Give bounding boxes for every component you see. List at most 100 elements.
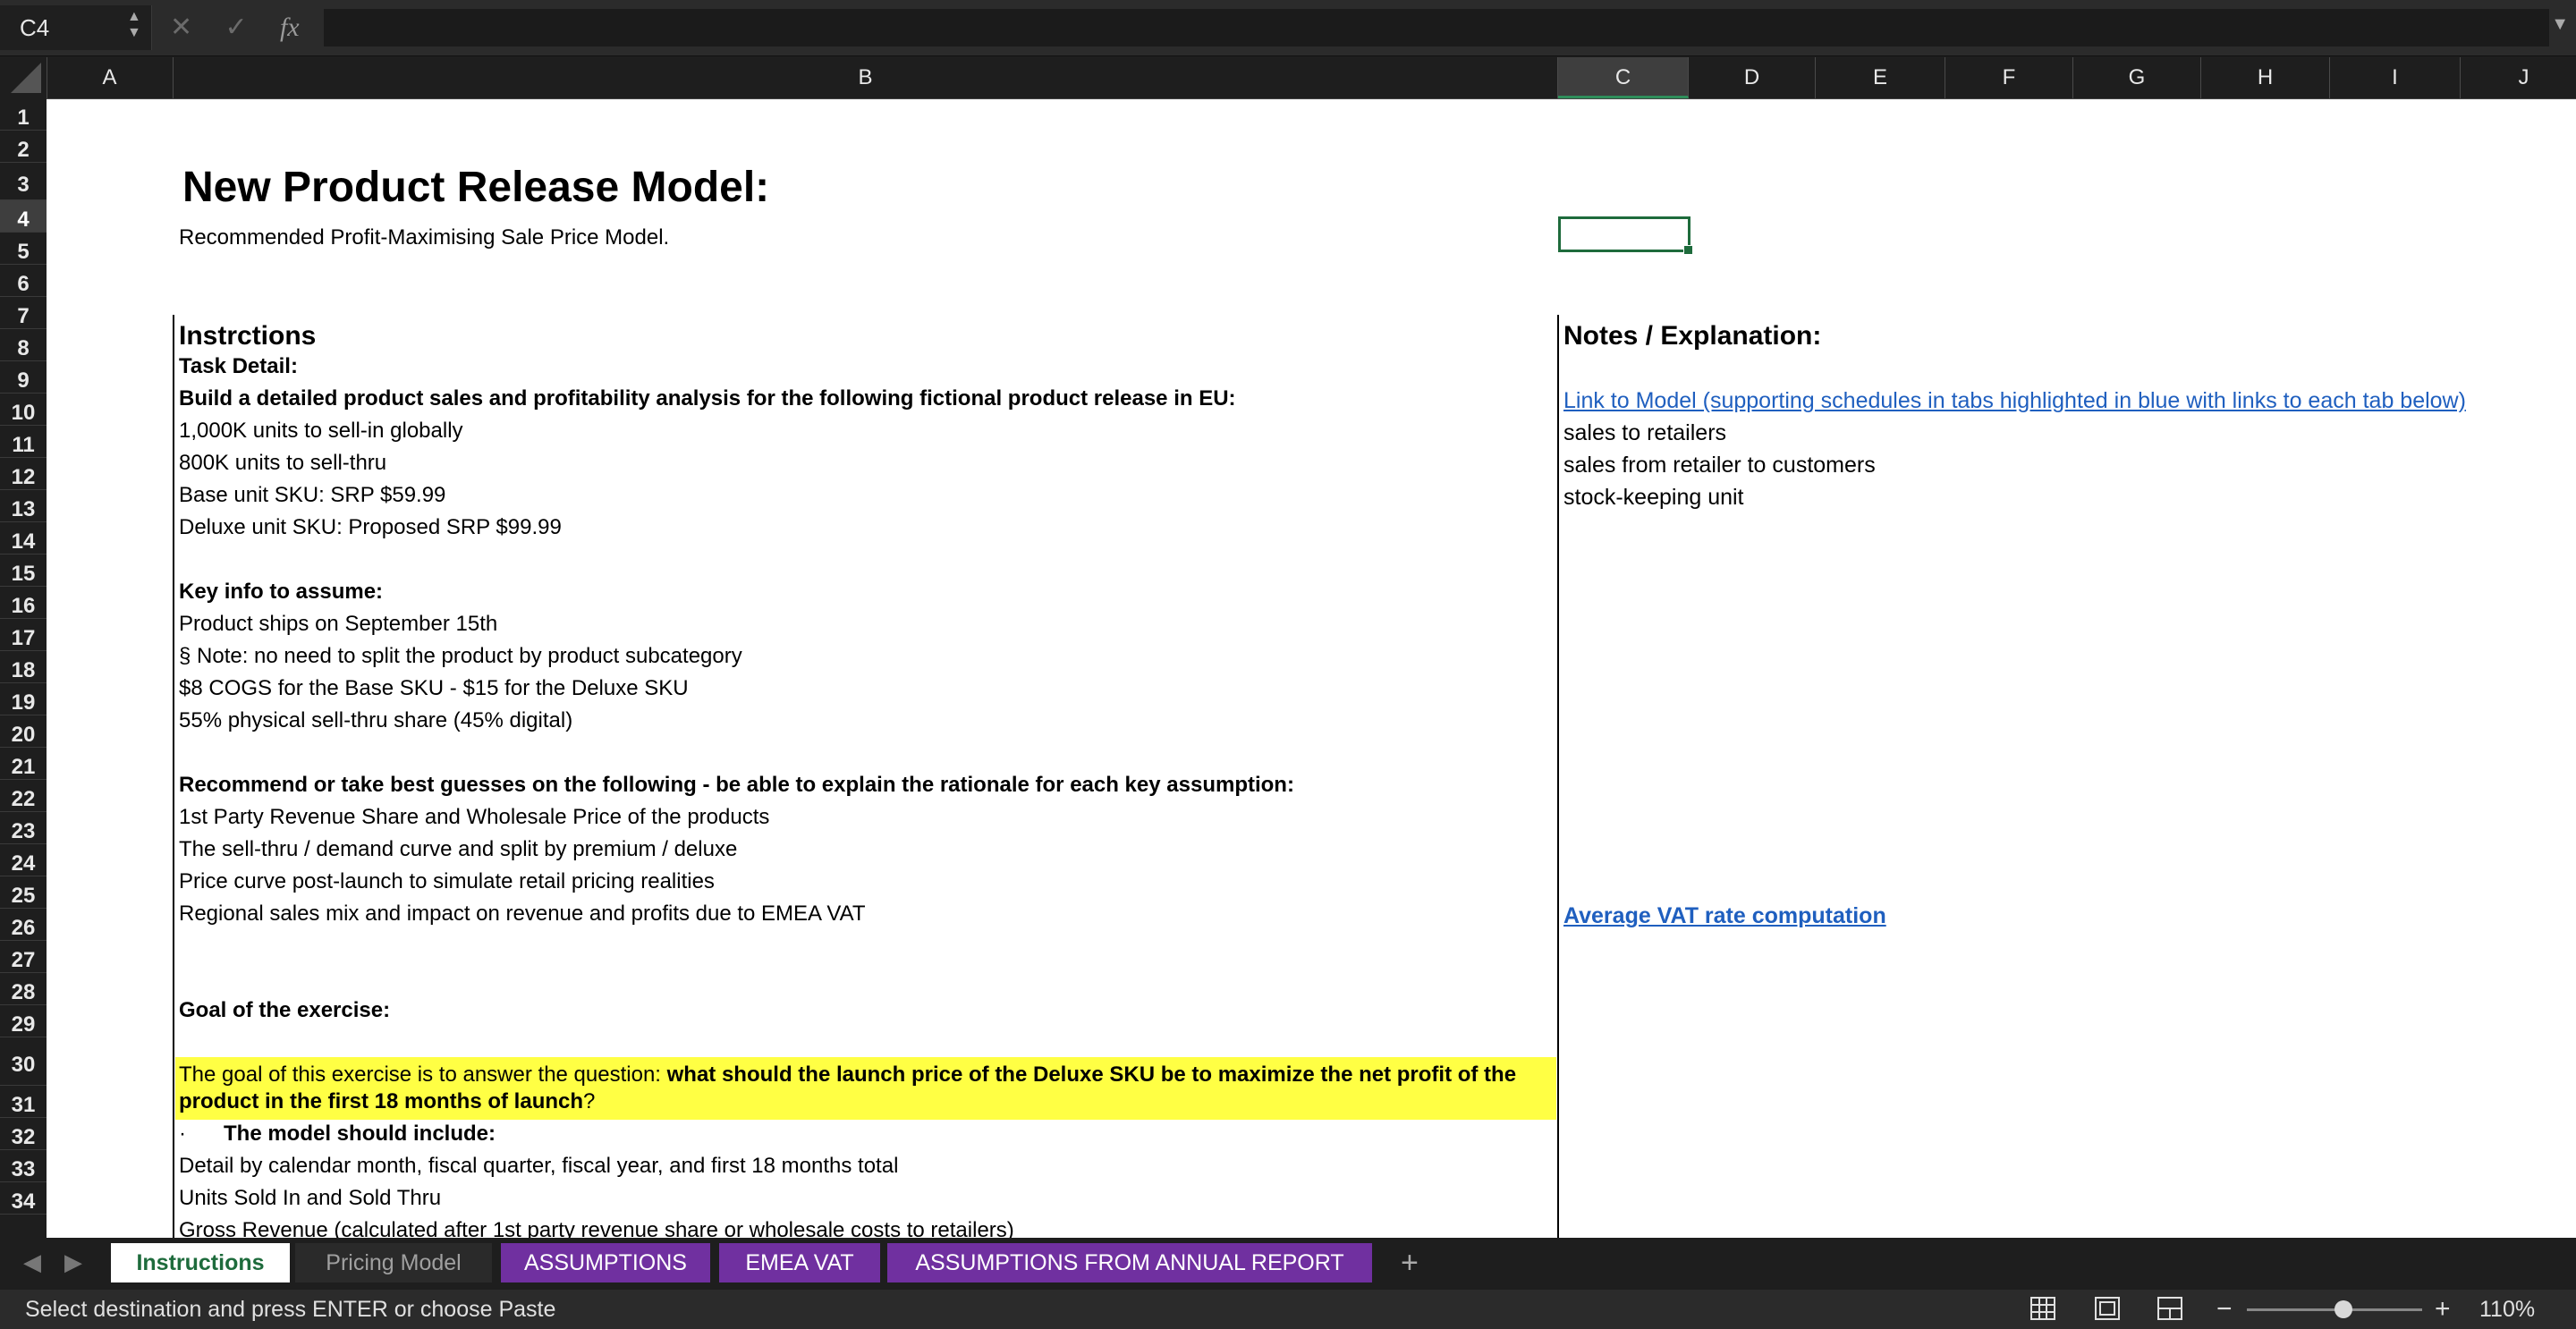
formula-input[interactable] <box>324 9 2549 47</box>
tab-pricing-model[interactable]: Pricing Model <box>295 1243 492 1282</box>
row-header-2[interactable]: 2 <box>0 131 47 163</box>
row-header-7[interactable]: 7 <box>0 297 47 329</box>
row-header-13[interactable]: 13 <box>0 490 47 522</box>
zoom-level[interactable]: 110% <box>2479 1290 2535 1329</box>
select-all-corner[interactable] <box>0 57 47 98</box>
column-header-a[interactable]: A <box>47 57 174 98</box>
column-header-e[interactable]: E <box>1816 57 1945 98</box>
row-header-27[interactable]: 27 <box>0 941 47 973</box>
row-header-12[interactable]: 12 <box>0 458 47 490</box>
zoom-slider-thumb[interactable] <box>2334 1300 2352 1318</box>
column-header-i[interactable]: I <box>2330 57 2461 98</box>
row-header-32[interactable]: 32 <box>0 1118 47 1150</box>
cell-c11: sales from retailer to customers <box>1563 453 1876 478</box>
expand-formula-bar-icon[interactable]: ▼ <box>2551 14 2569 35</box>
model-title: New Product Release Model: <box>182 164 770 211</box>
normal-view-icon[interactable] <box>2030 1297 2055 1320</box>
tab-assumptions-from-annual-report[interactable]: ASSUMPTIONS FROM ANNUAL REPORT <box>887 1243 1372 1282</box>
row-header-19[interactable]: 19 <box>0 683 47 715</box>
row-header-22[interactable]: 22 <box>0 780 47 812</box>
instructions-border-right <box>1557 315 1559 1238</box>
tab-scroll-right-icon[interactable]: ▶ <box>64 1249 82 1276</box>
column-header-b[interactable]: B <box>174 57 1558 98</box>
row-header-11[interactable]: 11 <box>0 426 47 458</box>
row-header-30[interactable]: 30 <box>0 1037 47 1086</box>
cell-b18: $8 COGS for the Base SKU - $15 for the D… <box>179 676 689 700</box>
column-header-c[interactable]: C <box>1558 57 1689 98</box>
goal-line-1: The goal of this exercise is to answer t… <box>179 1062 1516 1088</box>
row-header-26[interactable]: 26 <box>0 909 47 941</box>
goal-question-part-2: product in the first 18 months of launch <box>179 1089 584 1113</box>
build-line: Build a detailed product sales and profi… <box>179 386 1236 411</box>
cell-b34: Gross Revenue (calculated after 1st part… <box>179 1218 1014 1238</box>
bullet-glyph: · <box>179 1122 186 1146</box>
vat-rate-link[interactable]: Average VAT rate computation <box>1563 903 1886 928</box>
cancel-icon[interactable]: ✕ <box>170 5 192 50</box>
cell-b32: Detail by calendar month, fiscal quarter… <box>179 1154 899 1178</box>
cell-b11: 800K units to sell-thru <box>179 451 387 475</box>
instructions-heading: Instrctions <box>179 321 317 351</box>
row-header-6[interactable]: 6 <box>0 265 47 297</box>
column-header-f[interactable]: F <box>1945 57 2073 98</box>
column-header-h[interactable]: H <box>2201 57 2330 98</box>
goal-question-part-1: what should the launch price of the Delu… <box>666 1062 1517 1087</box>
row-header-16[interactable]: 16 <box>0 587 47 619</box>
row-header-1[interactable]: 1 <box>0 98 47 131</box>
status-bar: Select destination and press ENTER or ch… <box>0 1290 2576 1329</box>
cell-b25: Regional sales mix and impact on revenue… <box>179 902 866 926</box>
formula-bar-icons: ✕ ✓ fx <box>170 5 325 50</box>
tab-assumptions[interactable]: ASSUMPTIONS <box>501 1243 710 1282</box>
row-header-18[interactable]: 18 <box>0 651 47 683</box>
row-header-34[interactable]: 34 <box>0 1182 47 1215</box>
row-header-31[interactable]: 31 <box>0 1086 47 1118</box>
key-info-label: Key info to assume: <box>179 580 384 604</box>
name-box-stepper-icon[interactable]: ▲ ▼ <box>127 9 141 41</box>
tab-instructions[interactable]: Instructions <box>111 1243 290 1282</box>
column-header-d[interactable]: D <box>1689 57 1816 98</box>
row-header-28[interactable]: 28 <box>0 973 47 1005</box>
row-header-29[interactable]: 29 <box>0 1005 47 1037</box>
add-sheet-icon[interactable]: + <box>1401 1243 1419 1282</box>
row-header-5[interactable]: 5 <box>0 233 47 265</box>
cell-c12: stock-keeping unit <box>1563 485 1744 510</box>
row-header-33[interactable]: 33 <box>0 1150 47 1182</box>
row-header-14[interactable]: 14 <box>0 522 47 554</box>
confirm-icon[interactable]: ✓ <box>225 5 247 50</box>
task-detail-label: Task Detail: <box>179 354 298 378</box>
column-headers: A B C D E F G H I J <box>0 57 2576 99</box>
row-header-20[interactable]: 20 <box>0 715 47 748</box>
row-header-17[interactable]: 17 <box>0 619 47 651</box>
row-header-21[interactable]: 21 <box>0 748 47 780</box>
tab-emea-vat[interactable]: EMEA VAT <box>719 1243 880 1282</box>
cell-b23: The sell-thru / demand curve and split b… <box>179 837 738 861</box>
cell-b17: § Note: no need to split the product by … <box>179 644 742 668</box>
link-to-model[interactable]: Link to Model (supporting schedules in t… <box>1563 388 2466 413</box>
zoom-out-icon[interactable]: − <box>2216 1290 2233 1329</box>
selected-cell-c4[interactable] <box>1558 216 1693 255</box>
row-header-9[interactable]: 9 <box>0 361 47 394</box>
status-message: Select destination and press ENTER or ch… <box>25 1297 556 1322</box>
zoom-in-icon[interactable]: + <box>2435 1290 2451 1329</box>
row-header-10[interactable]: 10 <box>0 394 47 426</box>
spreadsheet-grid[interactable]: A B C D E F G H I J 1 2 3 4 5 6 7 8 9 10 11 12 13 14 1… <box>0 57 2576 1238</box>
cell-b12: Base unit SKU: SRP $59.99 <box>179 483 446 507</box>
row-header-15[interactable]: 15 <box>0 554 47 587</box>
row-headers: 1 2 3 4 5 6 7 8 9 10 11 12 13 14 15 16 17 18 19 20 21 22 23 24 2… <box>0 98 47 1238</box>
page-layout-view-icon[interactable] <box>2095 1297 2120 1320</box>
goal-line-2: product in the first 18 months of launch… <box>179 1089 595 1114</box>
row-header-4[interactable]: 4 <box>0 200 47 233</box>
insert-function-icon[interactable]: fx <box>280 5 300 50</box>
page-break-view-icon[interactable] <box>2157 1297 2182 1320</box>
notes-heading: Notes / Explanation: <box>1563 321 1822 351</box>
row-header-8[interactable]: 8 <box>0 329 47 361</box>
row-header-3[interactable]: 3 <box>0 163 47 200</box>
column-header-j[interactable]: J <box>2461 57 2576 98</box>
row-header-25[interactable]: 25 <box>0 876 47 909</box>
goal-question-end: ? <box>583 1089 596 1113</box>
tab-scroll-left-icon[interactable]: ◀ <box>23 1249 41 1276</box>
model-include-text: The model should include: <box>224 1122 496 1146</box>
row-header-23[interactable]: 23 <box>0 812 47 844</box>
column-header-g[interactable]: G <box>2073 57 2201 98</box>
formula-bar: C4 ▲ ▼ ✕ ✓ fx ▼ <box>0 0 2576 56</box>
row-header-24[interactable]: 24 <box>0 844 47 876</box>
